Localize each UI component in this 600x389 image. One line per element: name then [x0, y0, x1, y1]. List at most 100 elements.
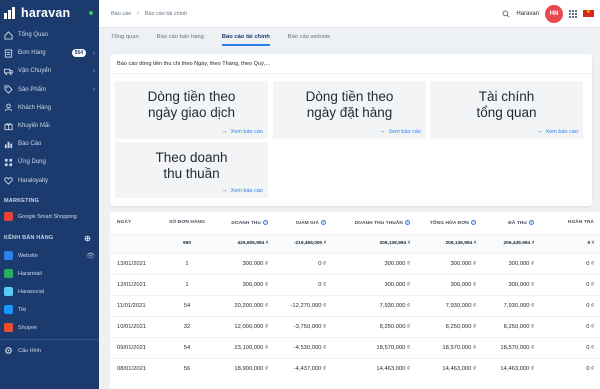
- sidebar-item-3[interactable]: Sản Phẩm ›: [0, 81, 99, 99]
- table-row[interactable]: 13/01/2021 1 300,000 ₫ 0 ₫ 300,000 ₫ 300,000 …: [110, 252, 600, 274]
- table-row[interactable]: 12/01/2021 1 300,000 ₫ 0 ₫ 300,000 ₫ 300,000 …: [110, 273, 600, 295]
- tab-2[interactable]: Báo cáo tài chính: [221, 28, 270, 46]
- table-cell: 14,463,000 ₫: [482, 357, 540, 379]
- sidebar-item-label: Tiki: [18, 306, 27, 313]
- table-cell: 300,000 ₫: [216, 252, 274, 274]
- table-cell: 0 ₫: [540, 357, 600, 379]
- view-report-link[interactable]: → Xem báo cáo: [221, 128, 263, 135]
- card-title: Báo cáo dòng tiền thu chi theo Ngày, the…: [110, 54, 592, 74]
- table-cell: 300,000 ₫: [482, 252, 540, 274]
- sidebar-item-settings[interactable]: Cấu Hình: [0, 342, 99, 360]
- tile-title-line-1: Theo doanh: [155, 150, 228, 165]
- sidebar-item-4[interactable]: Khách Hàng: [0, 99, 99, 117]
- column-header-label: DOANH THU THUẦN: [354, 220, 403, 226]
- apps-grid-icon[interactable]: [569, 9, 577, 18]
- view-report-link[interactable]: → Xem báo cáo: [536, 128, 578, 135]
- table-row[interactable]: 10/01/2021 32 12,000,000 ₫ -3,750,000 ₫ 8,25…: [110, 315, 600, 337]
- tile-title-line-2: ngày giao dịch: [147, 105, 236, 120]
- table-cell: 8,250,000 ₫: [332, 315, 416, 337]
- view-report-label: Xem báo cáo: [230, 128, 263, 135]
- sidebar-item-0[interactable]: Tổng Quan: [0, 26, 99, 44]
- sidebar-item-label: Khuyến Mãi: [18, 123, 50, 130]
- sidebar-item-marketing-0[interactable]: Google Smart Shopping: [0, 208, 99, 226]
- sidebar-item-marketing-0-icon: [4, 212, 13, 222]
- table-total-row: 990 425,605,994 ₫ -219,466,000 ₫ 206,139,99…: [110, 233, 600, 253]
- sidebar-item-8[interactable]: Haraloyalty: [0, 172, 99, 190]
- arrow-right-icon: →: [220, 128, 228, 135]
- view-report-link[interactable]: → Xem báo cáo: [379, 128, 421, 135]
- breadcrumb-reports[interactable]: Báo cáo: [99, 11, 131, 17]
- info-icon[interactable]: ?: [405, 219, 410, 225]
- report-tile-2[interactable]: Tài chính tổng quan → Xem báo cáo: [430, 81, 583, 139]
- table-row[interactable]: 09/01/2021 54 23,100,000 ₫ -4,530,000 ₫ 18,5…: [110, 336, 600, 358]
- table-cell: 300,000 ₫: [216, 273, 274, 295]
- tile-title-line-1: Dòng tiền theo: [147, 89, 236, 104]
- loyalty-icon: [4, 176, 13, 185]
- promo-icon: [4, 122, 13, 131]
- column-header-5[interactable]: TỔNG HÓA ĐƠN?: [416, 212, 482, 234]
- total-cell: 0 ₫: [540, 233, 600, 253]
- table-cell: 09/01/2021: [110, 336, 158, 358]
- table-row[interactable]: 08/01/2021 56 18,900,000 ₫ -4,437,000 ₫ 14,4…: [110, 357, 600, 379]
- marketing-section-title: MARKETING: [4, 197, 40, 204]
- table-cell: 18,570,000 ₫: [482, 336, 540, 358]
- column-header-0[interactable]: NGÀY: [110, 212, 158, 234]
- sidebar-item-1[interactable]: Đơn Hàng 554 ›: [0, 44, 99, 62]
- vietnam-flag-icon[interactable]: [583, 9, 594, 17]
- column-header-4[interactable]: DOANH THU THUẦN?: [332, 212, 416, 234]
- sidebar-item-channel-2-icon: [4, 287, 13, 297]
- column-header-2[interactable]: DOANH THU?: [216, 212, 274, 234]
- sidebar-item-2[interactable]: Vận Chuyển ›: [0, 62, 99, 80]
- add-channel-icon[interactable]: ⊕: [84, 234, 91, 243]
- sidebar-item-channel-1[interactable]: Hararetail: [0, 265, 99, 283]
- info-icon[interactable]: ?: [529, 219, 534, 225]
- table-cell: 12/01/2021: [110, 273, 158, 295]
- column-header-7[interactable]: HOÀN TRẢ: [540, 212, 600, 234]
- report-tile-0[interactable]: Dòng tiền theo ngày giao dịch → Xem báo cáo: [115, 81, 268, 139]
- tab-0[interactable]: Tổng quan: [111, 28, 139, 46]
- view-report-link[interactable]: → Xem báo cáo: [221, 187, 263, 194]
- column-header-label: ĐÃ THU: [508, 220, 527, 226]
- brand-logo[interactable]: haravan: [0, 0, 99, 26]
- column-header-3[interactable]: GIẢM GIÁ?: [274, 212, 332, 234]
- total-cell: -219,466,000 ₫: [274, 233, 332, 253]
- info-icon[interactable]: ?: [263, 219, 268, 225]
- report-tile-1[interactable]: Dòng tiền theo ngày đặt hàng → Xem báo cáo: [273, 81, 426, 139]
- sidebar-item-label: Báo Cáo: [18, 141, 42, 148]
- column-header-6[interactable]: ĐÃ THU?: [482, 212, 540, 234]
- sidebar-item-5[interactable]: Khuyến Mãi: [0, 117, 99, 135]
- users-icon: [4, 103, 13, 112]
- report-tile-3[interactable]: Theo doanh thu thuần → Xem báo cáo: [115, 142, 268, 198]
- table-cell: 14,463,000 ₫: [416, 357, 482, 379]
- user-name[interactable]: Haravan: [516, 11, 539, 17]
- table-cell: 18,900,000 ₫: [216, 357, 274, 379]
- column-header-label: HOÀN TRẢ: [567, 220, 594, 226]
- chevron-right-icon: ›: [92, 49, 95, 57]
- sidebar-item-channel-4-icon: [4, 323, 13, 333]
- sidebar-item-7[interactable]: Ứng Dụng: [0, 153, 99, 171]
- tab-3[interactable]: Báo cáo website: [288, 28, 331, 46]
- view-report-label: Xem báo cáo: [388, 128, 421, 135]
- search-icon[interactable]: [502, 5, 510, 23]
- tile-title-line-1: Dòng tiền theo: [305, 89, 394, 104]
- cashflow-report-card: Báo cáo dòng tiền thu chi theo Ngày, the…: [110, 54, 592, 206]
- sidebar-item-channel-4[interactable]: Shopee: [0, 319, 99, 337]
- table-cell: 18,570,000 ₫: [332, 336, 416, 358]
- info-icon[interactable]: ?: [471, 219, 476, 225]
- arrow-right-icon: →: [378, 128, 386, 135]
- sidebar-item-6[interactable]: Báo Cáo: [0, 135, 99, 153]
- total-cell: 206,139,994 ₫: [332, 233, 416, 253]
- order-count-badge: 554: [71, 49, 86, 58]
- sidebar-item-channel-0[interactable]: Website 👁: [0, 247, 99, 265]
- tab-1[interactable]: Báo cáo bán hàng: [157, 28, 204, 46]
- column-header-1[interactable]: SỐ ĐƠN HÀNG: [158, 212, 216, 234]
- table-row[interactable]: 11/01/2021 54 20,200,000 ₫ -12,270,000 ₫ 7,9…: [110, 294, 600, 316]
- avatar[interactable]: HN: [545, 4, 563, 23]
- channels-section-title: KÊNH BÁN HÀNG ⊕: [0, 226, 99, 247]
- sidebar-item-channel-3[interactable]: Tiki: [0, 301, 99, 319]
- eye-icon[interactable]: 👁: [86, 252, 95, 260]
- info-icon[interactable]: ?: [321, 219, 326, 225]
- tile-title: Theo doanh thu thuần: [115, 150, 268, 182]
- sidebar-item-channel-2[interactable]: Harasocial: [0, 283, 99, 301]
- column-header-label: NGÀY: [117, 220, 132, 226]
